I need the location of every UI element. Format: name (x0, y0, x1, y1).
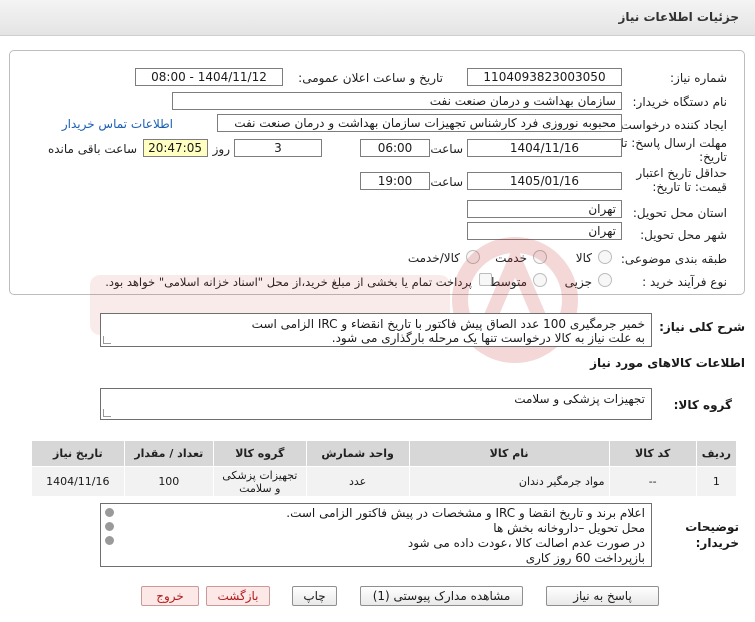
goods-group-field[interactable]: تجهیزات پزشکی و سلامت (100, 388, 652, 420)
buyer-note-line: محل تحویل –داروخانه بخش ها (493, 521, 645, 535)
cell-unit: عدد (305, 466, 410, 497)
resize-grip-icon[interactable] (103, 336, 111, 344)
title-bar: جزئیات اطلاعات نیاز (0, 0, 755, 36)
deadline-label-1: مهلت ارسال پاسخ: تا (620, 136, 727, 150)
reply-button[interactable]: پاسخ به نیاز (546, 586, 659, 606)
col-header-code: کد کالا (608, 440, 697, 467)
resize-grip-icon[interactable] (103, 409, 111, 417)
table-header-row: ردیف کد کالا نام کالا واحد شمارش گروه کا… (31, 440, 738, 467)
remaining-time-label: ساعت باقی مانده (47, 142, 137, 156)
exit-button[interactable]: خروج (141, 586, 199, 606)
goods-group-value: تجهیزات پزشکی و سلامت (514, 392, 645, 406)
col-header-need-date: تاریخ نیاز (31, 440, 125, 467)
need-number-label: شماره نیاز: (670, 71, 727, 85)
description-line-2: به علت نیاز به کالا درخواست تنها یک مرحل… (331, 331, 645, 345)
province-field[interactable]: تهران (467, 200, 622, 218)
process-radio-minor[interactable] (598, 273, 612, 287)
category-label: طبقه بندی موضوعی: (620, 252, 727, 266)
category-radio-service[interactable] (533, 250, 547, 264)
category-radio-goods-service[interactable] (466, 250, 480, 264)
process-option-minor: جزیی (564, 275, 592, 289)
scroll-down-icon[interactable] (105, 536, 114, 545)
treasury-payment-checkbox[interactable] (479, 273, 492, 286)
announce-datetime-field[interactable]: 1404/11/12 - 08:00 (135, 68, 283, 86)
validity-time-label: ساعت (430, 175, 463, 189)
cell-row-number: 1 (695, 466, 738, 497)
buyer-org-label: نام دستگاه خریدار: (632, 95, 728, 109)
deadline-time-field[interactable]: 06:00 (360, 139, 430, 157)
buyer-note-line: اعلام برند و تاریخ انقضا و IRC و مشخصات … (286, 506, 645, 520)
buyer-note-line: بازپرداخت 60 روز کاری (525, 551, 645, 565)
scroll-dot-icon[interactable] (105, 522, 114, 531)
description-textarea[interactable]: خمیر جرمگیری 100 عدد الصاق پیش فاکتور با… (100, 313, 652, 347)
validity-date-field[interactable]: 1405/01/16 (467, 172, 622, 190)
category-option-service: خدمت (495, 251, 527, 265)
cell-need-date: 1404/11/16 (31, 466, 125, 497)
deadline-time-label: ساعت (430, 142, 463, 156)
days-remaining-field[interactable]: 3 (234, 139, 322, 157)
back-button[interactable]: بازگشت (206, 586, 270, 606)
description-line-1: خمیر جرمگیری 100 عدد الصاق پیش فاکتور با… (251, 317, 645, 331)
cell-group: تجهیزات پزشکی و سلامت (213, 466, 307, 497)
table-row[interactable]: 1 -- مواد جرمگیر دندان عدد تجهیزات پزشکی… (31, 466, 738, 497)
buyer-org-field[interactable]: سازمان بهداشت و درمان صنعت نفت (172, 92, 622, 110)
validity-label-1: حداقل تاریخ اعتبار (636, 166, 727, 180)
view-attachments-button[interactable]: مشاهده مدارک پیوستی (1) (360, 586, 523, 606)
cell-quantity: 100 (123, 466, 215, 497)
col-header-group: گروه کالا (213, 440, 307, 467)
remaining-time-field: 20:47:05 (143, 139, 208, 157)
creator-label: ایجاد کننده درخواست: (616, 118, 727, 132)
city-label: شهر محل تحویل: (640, 228, 727, 242)
announce-label: تاریخ و ساعت اعلان عمومی: (298, 71, 443, 85)
col-header-quantity: تعداد / مقدار (123, 440, 215, 467)
notes-scrollbar[interactable] (104, 506, 116, 562)
process-radio-medium[interactable] (533, 273, 547, 287)
page-title: جزئیات اطلاعات نیاز (618, 10, 739, 24)
col-header-name: نام کالا (408, 440, 610, 467)
process-label: نوع فرآیند خرید : (642, 275, 727, 289)
items-table: ردیف کد کالا نام کالا واحد شمارش گروه کا… (31, 440, 738, 497)
buyer-notes-textarea[interactable]: اعلام برند و تاریخ انقضا و IRC و مشخصات … (100, 503, 652, 567)
description-label: شرح کلی نیاز: (659, 320, 745, 334)
scroll-up-icon[interactable] (105, 508, 114, 517)
buyer-contact-link[interactable]: اطلاعات تماس خریدار (62, 117, 173, 131)
category-option-goods-service: کالا/خدمت (407, 251, 460, 265)
buyer-note-line: در صورت عدم اصالت کالا ،عودت داده می شود (407, 536, 645, 550)
col-header-unit: واحد شمارش (305, 440, 410, 467)
goods-section-title: اطلاعات کالاهای مورد نیاز (590, 356, 745, 370)
buyer-notes-label-2: خریدار: (695, 536, 739, 550)
print-button[interactable]: چاپ (292, 586, 337, 606)
category-option-goods: کالا (575, 251, 592, 265)
treasury-payment-note: پرداخت تمام یا بخشی از مبلغ خرید،از محل … (105, 275, 472, 289)
col-header-row-number: ردیف (695, 440, 738, 467)
province-label: استان محل تحویل: (632, 206, 727, 220)
cell-code: -- (608, 466, 697, 497)
city-field[interactable]: تهران (467, 222, 622, 240)
validity-time-field[interactable]: 19:00 (360, 172, 430, 190)
buyer-notes-label-1: توضیحات (685, 520, 739, 534)
goods-group-label: گروه کالا: (673, 398, 732, 412)
category-radio-goods[interactable] (598, 250, 612, 264)
deadline-label-2: تاریخ: (699, 150, 727, 164)
process-option-medium: متوسط (489, 275, 527, 289)
cell-name: مواد جرمگیر دندان (408, 466, 610, 497)
deadline-date-field[interactable]: 1404/11/16 (467, 139, 622, 157)
creator-field[interactable]: محبوبه نوروزی فرد کارشناس تجهیزات سازمان… (217, 114, 622, 132)
validity-label-2: قیمت: تا تاریخ: (652, 180, 727, 194)
need-number-field[interactable]: 1104093823003050 (467, 68, 622, 86)
